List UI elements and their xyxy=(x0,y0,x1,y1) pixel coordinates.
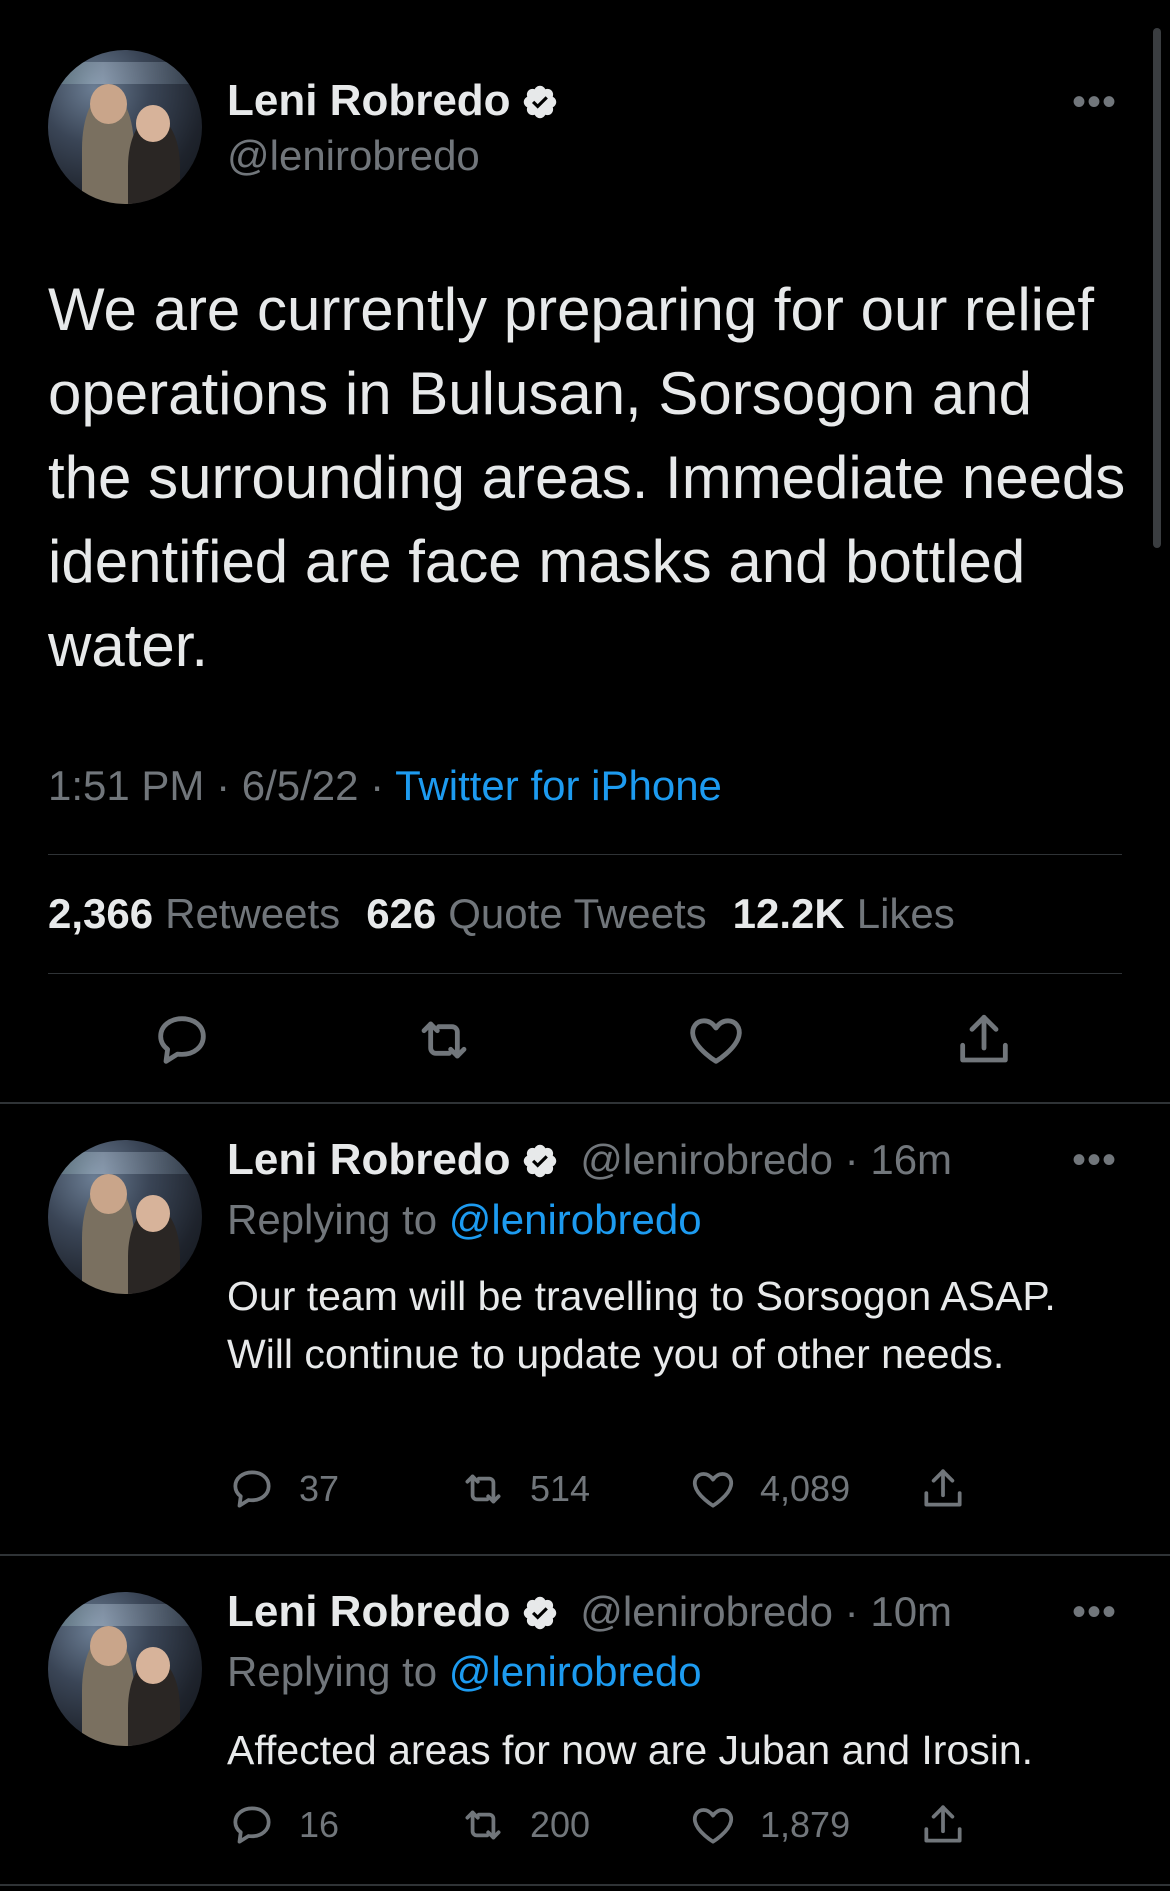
retweet-count: 514 xyxy=(530,1468,591,1509)
retweet-icon xyxy=(465,1810,501,1840)
retweets-stat[interactable]: 2,366 Retweets xyxy=(48,890,366,937)
scrollbar[interactable] xyxy=(1153,28,1161,548)
more-options-icon[interactable]: ••• xyxy=(1072,1590,1117,1635)
reply-count: 16 xyxy=(299,1804,340,1845)
share-button[interactable] xyxy=(918,1464,990,1514)
divider xyxy=(0,1884,1170,1886)
likes-label: Likes xyxy=(856,890,955,937)
verified-badge-icon xyxy=(523,1596,556,1630)
heart-icon xyxy=(690,1018,742,1064)
replying-to-handle-link[interactable]: @lenirobredo xyxy=(449,1196,702,1243)
reply-text: Affected areas for now are Juban and Iro… xyxy=(227,1727,1034,1773)
more-options-icon[interactable]: ••• xyxy=(1072,1138,1117,1183)
retweets-count: 2,366 xyxy=(48,890,154,937)
divider xyxy=(48,973,1122,974)
tweet-source-link[interactable]: Twitter for iPhone xyxy=(395,762,722,809)
quotes-count: 626 xyxy=(366,890,437,937)
author-name-text: Leni Robredo xyxy=(227,76,511,125)
replying-to: Replying to @lenirobredo xyxy=(227,1196,702,1244)
share-icon xyxy=(960,1014,1008,1063)
reply-count: 37 xyxy=(299,1468,340,1509)
retweets-label: Retweets xyxy=(165,890,341,937)
likes-count: 12.2K xyxy=(732,890,845,937)
avatar[interactable] xyxy=(48,50,202,204)
divider xyxy=(0,1102,1170,1104)
tweet-timestamp: 1:51 PM · 6/5/22 · xyxy=(48,762,385,809)
heart-icon xyxy=(692,1472,734,1508)
retweet-icon xyxy=(421,1021,467,1059)
verified-badge-icon xyxy=(523,1144,556,1178)
replying-to-handle-link[interactable]: @lenirobredo xyxy=(449,1648,702,1695)
quotes-stat[interactable]: 626 Quote Tweets xyxy=(366,890,732,937)
heart-icon xyxy=(692,1808,734,1844)
divider xyxy=(0,1554,1170,1556)
handle-timestamp[interactable]: @lenirobredo · 10m xyxy=(580,1588,952,1635)
handle-timestamp[interactable]: @lenirobredo · 16m xyxy=(580,1136,952,1183)
author-handle[interactable]: @lenirobredo xyxy=(227,132,480,180)
quotes-label: Quote Tweets xyxy=(448,890,707,937)
reply-button[interactable]: 16 xyxy=(227,1800,339,1850)
divider xyxy=(48,854,1122,855)
reply-bubble-icon xyxy=(233,1806,271,1844)
reply-header: Leni Robredo @lenirobredo · 10m xyxy=(227,1587,952,1637)
retweet-count: 200 xyxy=(530,1804,591,1845)
like-button[interactable]: 1,879 xyxy=(688,1800,850,1850)
like-count: 1,879 xyxy=(760,1804,851,1845)
more-options-icon[interactable]: ••• xyxy=(1072,80,1117,125)
share-icon xyxy=(924,1805,962,1843)
author-name[interactable]: Leni Robredo xyxy=(227,1587,511,1636)
avatar[interactable] xyxy=(48,1592,202,1746)
retweet-button[interactable] xyxy=(412,1008,476,1072)
like-button[interactable]: 4,089 xyxy=(688,1464,850,1514)
reply-button[interactable]: 37 xyxy=(227,1464,339,1514)
retweet-icon xyxy=(465,1474,501,1504)
like-button[interactable] xyxy=(684,1008,748,1072)
like-count: 4,089 xyxy=(760,1468,851,1509)
retweet-button[interactable]: 200 xyxy=(458,1800,590,1850)
reply-bubble-icon xyxy=(158,1016,206,1064)
share-button[interactable] xyxy=(918,1800,990,1850)
tweet-text: We are currently preparing for our relie… xyxy=(48,276,1126,679)
reply-bubble-icon xyxy=(233,1470,271,1508)
likes-stat[interactable]: 12.2K Likes xyxy=(733,890,981,937)
reply-text: Our team will be travelling to Sorsogon … xyxy=(227,1273,1056,1377)
author-name[interactable]: Leni Robredo xyxy=(227,76,559,126)
reply-button[interactable] xyxy=(150,1008,214,1072)
share-button[interactable] xyxy=(952,1008,1016,1072)
retweet-button[interactable]: 514 xyxy=(458,1464,590,1514)
tweet-stats: 2,366 Retweets 626 Quote Tweets 12.2K Likes xyxy=(48,890,981,938)
tweet-meta: 1:51 PM · 6/5/22 · Twitter for iPhone xyxy=(48,762,722,810)
replying-to: Replying to @lenirobredo xyxy=(227,1648,702,1696)
replying-to-label: Replying to xyxy=(227,1196,438,1243)
author-name[interactable]: Leni Robredo xyxy=(227,1135,511,1184)
share-icon xyxy=(924,1469,962,1507)
avatar[interactable] xyxy=(48,1140,202,1294)
verified-badge-icon xyxy=(523,85,556,119)
replying-to-label: Replying to xyxy=(227,1648,438,1695)
reply-header: Leni Robredo @lenirobredo · 16m xyxy=(227,1135,952,1185)
